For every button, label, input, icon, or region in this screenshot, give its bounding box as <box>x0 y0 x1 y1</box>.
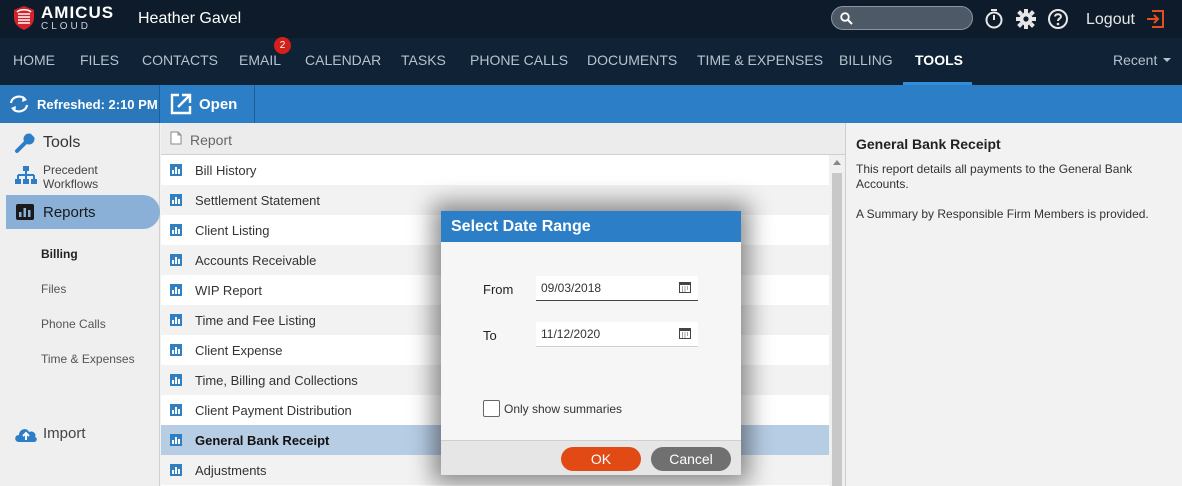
report-icon <box>170 404 182 416</box>
nav-calendar[interactable]: CALENDAR <box>305 52 381 68</box>
report-row-label: General Bank Receipt <box>195 433 330 448</box>
calendar-icon[interactable] <box>679 281 691 293</box>
report-icon <box>170 194 182 206</box>
logo-main-text: AMICUS <box>41 3 115 22</box>
report-row-label: Adjustments <box>195 463 267 478</box>
document-icon <box>170 131 182 145</box>
refresh-button[interactable]: Refreshed: 2:10 PM <box>0 85 160 123</box>
cloud-upload-icon <box>15 429 37 442</box>
report-detail-panel: General Bank Receipt This report details… <box>845 123 1182 486</box>
sidebar-import-label[interactable]: Import <box>43 425 86 442</box>
report-row-label: WIP Report <box>195 283 262 298</box>
search-icon <box>840 12 853 25</box>
nav-time-expenses[interactable]: TIME & EXPENSES <box>697 52 823 68</box>
report-row-label: Bill History <box>195 163 257 178</box>
bar-chart-icon <box>16 204 34 220</box>
report-row-label: Accounts Receivable <box>195 253 317 268</box>
top-bar: AMICUS CLOUD Heather Gavel Logout <box>0 0 1182 38</box>
report-row-label: Settlement Statement <box>195 193 321 208</box>
stopwatch-icon[interactable] <box>983 8 1005 30</box>
chevron-down-icon <box>1163 58 1171 62</box>
nav-phone-calls[interactable]: PHONE CALLS <box>470 52 568 68</box>
nav-tools[interactable]: TOOLS <box>915 52 963 68</box>
sidebar-sub-files[interactable]: Files <box>41 282 66 296</box>
ok-button[interactable]: OK <box>561 447 641 471</box>
report-row-label: Time, Billing and Collections <box>195 373 358 388</box>
dialog-header[interactable]: Select Date Range <box>441 211 741 242</box>
report-icon <box>170 284 182 296</box>
select-date-range-dialog: Select Date Range From To Only show summ… <box>441 211 741 475</box>
only-summaries-checkbox[interactable] <box>483 400 500 417</box>
report-icon <box>170 434 182 446</box>
report-row-bill-history[interactable]: Bill History <box>161 155 829 185</box>
report-list-header[interactable]: Report <box>161 123 845 155</box>
report-icon <box>170 344 182 356</box>
dialog-footer: OK Cancel <box>441 440 741 475</box>
recent-dropdown[interactable]: Recent <box>1113 52 1157 68</box>
report-list-scrollbar[interactable] <box>829 155 845 486</box>
sidebar-reports-label: Reports <box>43 204 96 221</box>
gear-icon[interactable] <box>1015 8 1037 30</box>
logout-label[interactable]: Logout <box>1086 11 1135 29</box>
nav-billing[interactable]: BILLING <box>839 52 893 68</box>
sidebar-precedent-workflows[interactable]: Precedent Workflows <box>43 163 133 191</box>
to-label: To <box>483 328 497 343</box>
to-date-field[interactable] <box>536 322 698 347</box>
refreshed-label: Refreshed: 2:10 PM <box>37 97 158 112</box>
nav-email[interactable]: EMAIL <box>239 52 281 68</box>
report-detail-summary-note: A Summary by Responsible Firm Members is… <box>856 207 1149 221</box>
nav-tasks[interactable]: TASKS <box>401 52 446 68</box>
user-name[interactable]: Heather Gavel <box>138 10 241 28</box>
sidebar-tools-label[interactable]: Tools <box>43 134 80 152</box>
report-detail-title: General Bank Receipt <box>856 136 1001 152</box>
sidebar-sub-time-expenses[interactable]: Time & Expenses <box>41 352 135 366</box>
nav-files[interactable]: FILES <box>80 52 119 68</box>
nav-contacts[interactable]: CONTACTS <box>142 52 218 68</box>
logout-icon[interactable] <box>1145 9 1165 29</box>
open-button[interactable]: Open <box>161 85 255 123</box>
nav-documents[interactable]: DOCUMENTS <box>587 52 677 68</box>
report-row-label: Client Listing <box>195 223 270 238</box>
wrench-icon <box>15 133 35 153</box>
report-icon <box>170 254 182 266</box>
report-icon <box>170 164 182 176</box>
report-row-label: Client Expense <box>195 343 283 358</box>
email-badge: 2 <box>274 37 291 54</box>
sidebar-sub-phone-calls[interactable]: Phone Calls <box>41 317 106 331</box>
dialog-title: Select Date Range <box>451 218 591 235</box>
global-search-input[interactable] <box>831 6 973 30</box>
nav-home[interactable]: HOME <box>13 52 55 68</box>
report-column-label: Report <box>190 132 233 148</box>
org-chart-icon <box>15 166 37 184</box>
report-icon <box>170 224 182 236</box>
toolbar: Refreshed: 2:10 PM Open <box>0 85 1182 123</box>
from-date-field[interactable] <box>536 276 698 301</box>
sidebar-sub-billing[interactable]: Billing <box>41 247 78 261</box>
report-icon <box>170 314 182 326</box>
report-icon <box>170 374 182 386</box>
report-row-label: Time and Fee Listing <box>195 313 316 328</box>
refresh-icon <box>9 95 29 113</box>
logo-sub-text: CLOUD <box>41 21 92 32</box>
scroll-thumb[interactable] <box>832 173 842 486</box>
calendar-icon[interactable] <box>679 327 691 339</box>
sidebar-item-reports[interactable]: Reports <box>6 195 160 229</box>
main-nav: HOME FILES CONTACTS EMAIL CALENDAR TASKS… <box>0 38 1182 85</box>
app-logo[interactable]: AMICUS CLOUD <box>12 4 114 32</box>
sidebar: Tools Precedent Workflows Reports Billin… <box>0 123 160 486</box>
report-row-label: Client Payment Distribution <box>195 403 352 418</box>
from-label: From <box>483 282 514 297</box>
dialog-body: From To Only show summaries <box>441 242 741 440</box>
only-summaries-label[interactable]: Only show summaries <box>504 402 622 416</box>
open-label: Open <box>199 96 238 113</box>
open-external-icon <box>170 93 192 115</box>
scroll-up-arrow-icon[interactable] <box>833 160 841 165</box>
report-icon <box>170 464 182 476</box>
help-icon[interactable] <box>1047 8 1069 30</box>
cancel-button[interactable]: Cancel <box>651 447 731 471</box>
report-detail-description: This report details all payments to the … <box>856 162 1133 191</box>
amicus-shield-logo-icon <box>14 6 34 30</box>
